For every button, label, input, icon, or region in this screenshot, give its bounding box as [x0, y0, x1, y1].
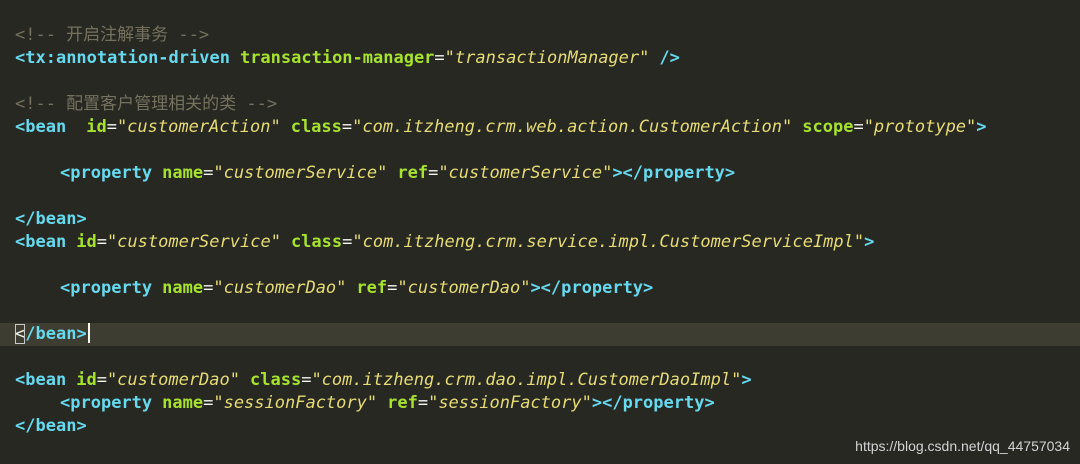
attribute-value: "customerAction": [116, 117, 281, 137]
tag-name: property: [70, 278, 153, 298]
tag-bracket: >: [741, 370, 752, 390]
equals-sign: =: [853, 117, 864, 137]
tag-name: bean: [25, 232, 67, 252]
attribute-name: name: [162, 163, 204, 183]
attribute-value: "customerService": [106, 232, 281, 252]
equals-sign: =: [96, 370, 107, 390]
attribute-name: class: [250, 370, 302, 390]
equals-sign: =: [417, 393, 429, 413]
equals-sign: =: [203, 278, 214, 298]
current-line[interactable]: </bean>: [0, 323, 1080, 346]
equals-sign: =: [96, 232, 107, 252]
tag-name: tx:annotation-driven: [25, 48, 230, 68]
attribute-name: ref: [387, 393, 418, 413]
tag-bracket: </: [15, 209, 36, 229]
equals-sign: =: [203, 393, 214, 413]
code-line-16: <bean id="customerDao" class="com.itzheng.…: [0, 369, 1080, 392]
attribute-name: ref: [356, 278, 388, 298]
equals-sign: =: [106, 117, 117, 137]
tag-name: property: [70, 163, 153, 183]
equals-sign: =: [342, 232, 353, 252]
tag-name: property: [622, 393, 705, 413]
tag-bracket: ></: [591, 393, 623, 413]
code-line-12: <property name="customerDao" ref="customer…: [0, 277, 1080, 300]
code-line-10: <bean id="customerService" class="com.itzh…: [0, 231, 1080, 254]
tag-bracket: >: [76, 324, 87, 344]
tag-bracket: >: [643, 278, 654, 298]
tag-bracket: </: [15, 416, 36, 436]
tag-bracket: ></: [530, 278, 562, 298]
xml-comment: <!-- 开启注解事务 -->: [15, 25, 210, 45]
tag-name: property: [561, 278, 644, 298]
code-line-1: <!-- 开启注解事务 -->: [0, 24, 1080, 47]
attribute-name: name: [162, 393, 204, 413]
attribute-value: "sessionFactory": [428, 393, 592, 413]
tag-name: property: [643, 163, 725, 183]
code-line-2: <tx:annotation-driven transaction-manager…: [0, 47, 1080, 70]
tag-bracket: <: [15, 232, 26, 252]
code-line-17: <property name="sessionFactory" ref="sessi…: [0, 392, 1080, 415]
attribute-name: id: [76, 232, 97, 252]
watermark-text: https://blog.csdn.net/qq_44757034: [855, 438, 1070, 454]
tag-bracket: />: [659, 48, 680, 68]
equals-sign: =: [434, 48, 445, 68]
attribute-value: "prototype": [863, 117, 977, 137]
attribute-name: id: [86, 117, 107, 137]
attribute-value: "com.itzheng.crm.web.action.CustomerActi…: [352, 117, 793, 137]
tag-bracket: <: [60, 278, 71, 298]
attribute-name: name: [162, 278, 204, 298]
attribute-value: "com.itzheng.crm.service.impl.CustomerSe…: [352, 232, 865, 252]
equals-sign: =: [301, 370, 312, 390]
tag-name: bean: [35, 209, 77, 229]
tag-name: bean: [25, 370, 67, 390]
equals-sign: =: [387, 278, 398, 298]
attribute-value: "transactionManager": [444, 48, 650, 68]
attribute-value: "com.itzheng.crm.dao.impl.CustomerDaoImp…: [311, 370, 742, 390]
attribute-value: "customerDao": [397, 278, 531, 298]
matched-bracket: <: [15, 324, 26, 344]
code-line-7: <property name="customerService" ref="cust…: [0, 162, 1080, 185]
attribute-name: scope: [802, 117, 854, 137]
tag-bracket: <: [15, 370, 26, 390]
tag-name: bean: [35, 324, 77, 344]
code-line-5: <bean id="customerAction" class="com.itzhe…: [0, 116, 1080, 139]
equals-sign: =: [203, 163, 214, 183]
xml-comment: <!-- 配置客户管理相关的类 -->: [15, 94, 278, 114]
attribute-value: "customerService": [438, 163, 613, 183]
tag-bracket: /: [25, 324, 36, 344]
tag-bracket: >: [864, 232, 875, 252]
tag-bracket: >: [76, 209, 87, 229]
tag-name: bean: [25, 117, 67, 137]
tag-bracket: <: [15, 117, 26, 137]
tag-bracket: <: [15, 48, 26, 68]
tag-bracket: >: [76, 416, 87, 436]
code-line-4: <!-- 配置客户管理相关的类 -->: [0, 93, 1080, 116]
attribute-value: "sessionFactory": [213, 393, 378, 413]
attribute-value: "customerDao": [213, 278, 347, 298]
text-cursor: [87, 323, 90, 343]
attribute-name: transaction-manager: [239, 48, 435, 68]
equals-sign: =: [428, 163, 439, 183]
attribute-name: class: [290, 117, 342, 137]
attribute-name: ref: [397, 163, 429, 183]
tag-bracket: <: [60, 163, 71, 183]
equals-sign: =: [341, 117, 353, 137]
tag-bracket: >: [976, 117, 987, 137]
tag-bracket: >: [704, 393, 715, 413]
code-line-9: </bean>: [0, 208, 1080, 231]
tag-name: property: [70, 393, 153, 413]
code-editor[interactable]: <!-- 开启注解事务 --> <tx:annotation-driven tra…: [0, 0, 1080, 464]
tag-name: bean: [35, 416, 77, 436]
attribute-name: id: [76, 370, 97, 390]
tag-bracket: ></: [612, 163, 644, 183]
attribute-value: "customerService": [213, 163, 388, 183]
attribute-name: class: [290, 232, 343, 252]
code-line-18: </bean>: [0, 415, 1080, 438]
tag-bracket: <: [60, 393, 71, 413]
tag-bracket: >: [724, 163, 736, 183]
attribute-value: "customerDao": [106, 370, 240, 390]
